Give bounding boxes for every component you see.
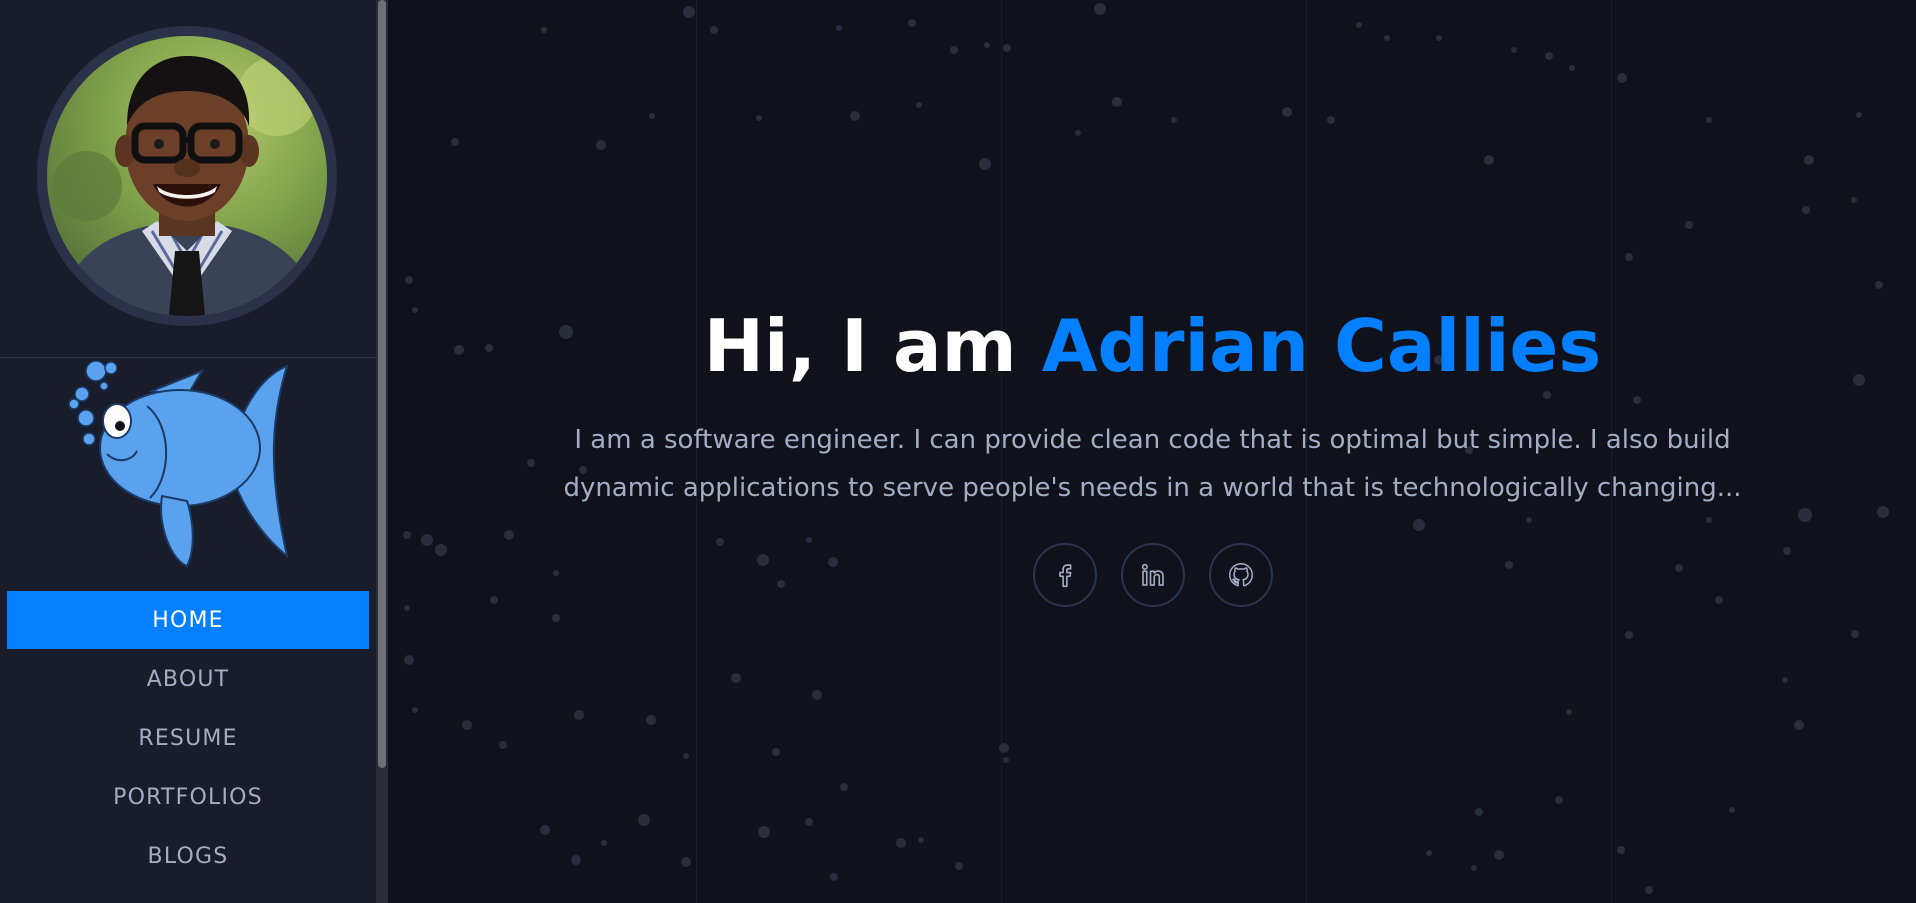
facebook-icon: [1058, 564, 1071, 588]
linkedin-icon: [1141, 563, 1164, 586]
linkedin-link[interactable]: [1120, 543, 1185, 607]
nav-item-about[interactable]: ABOUT: [7, 650, 369, 708]
nav-item-label: ABOUT: [146, 666, 230, 692]
social-links: [389, 543, 1916, 607]
avatar: [47, 36, 327, 316]
nav-item-label: HOME: [152, 607, 224, 633]
github-icon: [1228, 563, 1253, 587]
nav-item-label: PORTFOLIOS: [113, 784, 263, 810]
hero-name: Adrian Callies: [1041, 304, 1602, 388]
nav-item-blogs[interactable]: BLOGS: [7, 827, 369, 885]
sidebar: HOME ABOUT RESUME PORTFOLIOS BLOGS: [0, 0, 377, 903]
sidebar-scrollbar-thumb[interactable]: [378, 0, 386, 768]
hero-greeting: Hi, I am: [703, 304, 1042, 388]
sidebar-nav: HOME ABOUT RESUME PORTFOLIOS BLOGS: [7, 591, 369, 886]
nav-item-home[interactable]: HOME: [7, 591, 369, 649]
hero-section: Hi, I am Adrian Callies I am a software …: [389, 0, 1916, 903]
github-link[interactable]: [1208, 543, 1273, 607]
nav-item-resume[interactable]: RESUME: [7, 709, 369, 767]
nav-item-label: RESUME: [138, 725, 238, 751]
facebook-link[interactable]: [1032, 543, 1097, 607]
avatar-photo: [47, 36, 327, 316]
app-root: HOME ABOUT RESUME PORTFOLIOS BLOGS Hi, I…: [0, 0, 1916, 903]
fish-mascot: [68, 360, 289, 568]
nav-item-portfolios[interactable]: PORTFOLIOS: [7, 768, 369, 826]
hero-heading: Hi, I am Adrian Callies: [389, 296, 1916, 396]
hero-intro: I am a software engineer. I can provide …: [563, 425, 1742, 503]
nav-item-label: BLOGS: [147, 843, 229, 869]
profile-area: [0, 0, 376, 358]
